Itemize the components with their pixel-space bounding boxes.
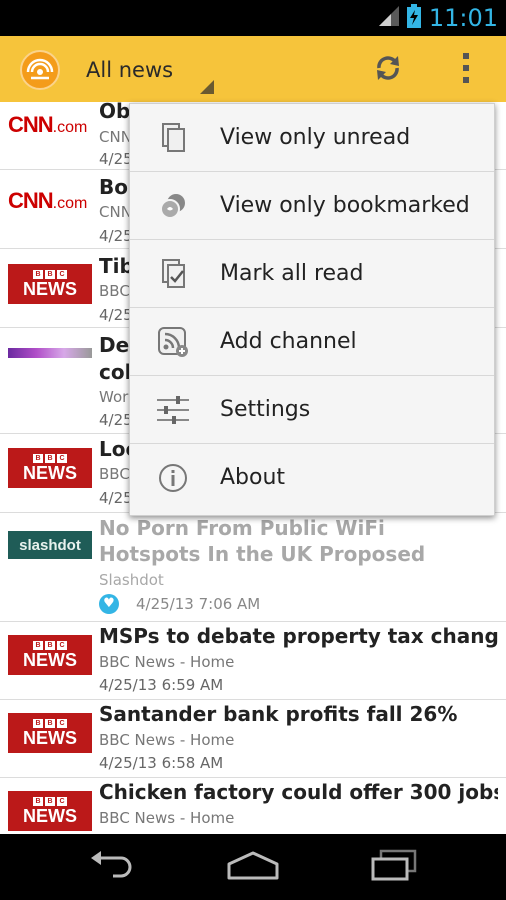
news-title: No Porn From Public WiFi Hotspots In the… [99,516,426,566]
battery-charging-icon [406,4,421,32]
home-icon [225,850,281,884]
news-item[interactable]: BBC NEWS Chicken factory could offer 300… [0,778,506,834]
worldcrunch-logo [8,342,92,364]
menu-item-about[interactable]: About [130,444,494,512]
menu-item-label: About [220,465,286,490]
status-icons: 11:01 [377,0,498,36]
news-title: Santander bank profits fall 26% [99,702,458,726]
news-item[interactable]: BBC NEWS Santander bank profits fall 26%… [0,700,506,778]
back-icon [87,850,137,884]
slashdot-logo: slashdot [8,531,92,559]
cnn-logo: CNN .com [8,188,88,213]
news-date: 4/25 [99,489,133,507]
menu-item-label: Add channel [220,329,357,354]
bbc-news-logo: BBC NEWS [8,635,92,675]
news-source: BBC News - Home [99,809,235,827]
news-source: CNN [99,203,132,221]
bbc-news-logo: BBC NEWS [8,791,92,831]
news-date: 4/25/13 6:59 AM [99,676,224,694]
news-source: BBC News - Home [99,653,235,671]
overflow-menu-popup: View only unread View only bookmarked Ma… [129,103,495,516]
news-date: 4/25/13 7:06 AM [136,595,261,613]
menu-item-add-channel[interactable]: Add channel [130,308,494,376]
news-title: MSPs to debate property tax changes [99,624,498,648]
refresh-button[interactable] [366,48,410,92]
rss-logo-icon[interactable] [20,50,60,90]
back-button[interactable] [82,844,142,890]
feed-selector-spinner[interactable]: All news [86,56,214,96]
recent-apps-button[interactable] [364,844,424,890]
refresh-icon [371,51,405,89]
recent-apps-icon [369,849,419,885]
action-bar-title: All news [86,58,174,82]
news-date: 4/25 [99,150,133,168]
menu-item-view-only-unread[interactable]: View only unread [130,104,494,172]
menu-item-label: View only bookmarked [220,193,470,218]
menu-item-label: View only unread [220,125,411,150]
bbc-news-logo: BBC NEWS [8,448,92,488]
bbc-news-logo: BBC NEWS [8,264,92,304]
cnn-logo: CNN .com [8,112,88,137]
add-rss-icon [156,325,190,359]
navigation-bar [0,834,506,900]
news-date: 4/25 [99,306,133,324]
action-bar: All news [0,36,506,102]
news-source: BBC [99,465,130,483]
signal-icon [377,6,399,30]
bbc-news-logo: BBC NEWS [8,713,92,753]
news-item[interactable]: BBC NEWS MSPs to debate property tax cha… [0,622,506,700]
bookmark-heart-icon[interactable]: ♥ [99,594,119,614]
news-source: BBC [99,282,130,300]
news-source: BBC News - Home [99,731,235,749]
spinner-triangle-icon [200,80,214,94]
news-date: 4/25 [99,227,133,245]
view-unread-icon [156,121,190,155]
news-date: 4/25/13 6:58 AM [99,754,224,772]
news-source: Wor [99,388,129,406]
menu-item-view-only-bookmarked[interactable]: View only bookmarked [130,172,494,240]
info-icon [156,461,190,495]
news-date: 4/25 [99,411,133,429]
news-item[interactable]: slashdot No Porn From Public WiFi Hotspo… [0,513,506,622]
clock: 11:01 [428,4,498,32]
bookmark-icon [156,189,190,223]
menu-item-settings[interactable]: Settings [130,376,494,444]
news-source: Slashdot [99,571,164,589]
menu-item-label: Settings [220,397,311,422]
menu-item-mark-all-read[interactable]: Mark all read [130,240,494,308]
overflow-menu-button[interactable] [444,48,488,92]
news-title: Chicken factory could offer 300 jobs [99,780,498,804]
mark-read-icon [156,257,190,291]
status-bar: 11:01 [0,0,506,36]
menu-item-label: Mark all read [220,261,364,286]
news-source: CNN [99,128,132,146]
settings-sliders-icon [156,393,190,427]
home-button[interactable] [223,844,283,890]
overflow-menu-icon [461,51,471,89]
